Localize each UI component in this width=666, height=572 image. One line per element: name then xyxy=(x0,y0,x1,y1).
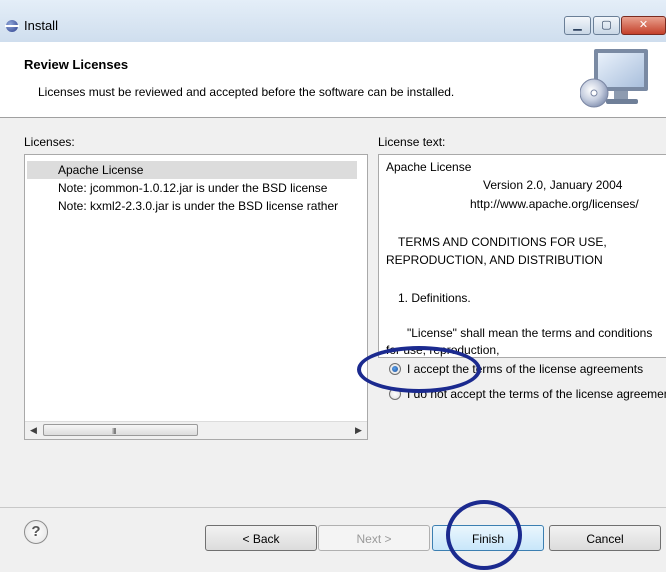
license-text-line: 1. Definitions. xyxy=(398,291,471,305)
license-text-line: for use, reproduction, xyxy=(386,343,500,357)
decline-radio-button[interactable] xyxy=(389,388,401,400)
scroll-grip-icon: III xyxy=(112,427,117,436)
monitor-cd-icon xyxy=(580,49,648,108)
list-item[interactable]: Note: jcommon-1.0.12.jar is under the BS… xyxy=(27,179,357,197)
license-text-label: License text: xyxy=(378,135,446,149)
scroll-thumb[interactable]: III xyxy=(43,424,198,436)
finish-button[interactable]: Finish xyxy=(432,525,544,551)
licenses-label: Licenses: xyxy=(24,135,75,149)
eclipse-icon xyxy=(5,20,19,32)
license-text-line: Apache License xyxy=(386,160,472,174)
horizontal-scrollbar[interactable]: ◀ III ▶ xyxy=(25,421,367,439)
help-icon[interactable]: ? xyxy=(24,520,48,544)
list-item[interactable]: Note: kxml2-2.3.0.jar is under the BSD l… xyxy=(27,197,357,215)
scroll-left-icon[interactable]: ◀ xyxy=(25,422,42,439)
window-title: Install xyxy=(24,18,58,33)
license-text-line: TERMS AND CONDITIONS FOR USE, xyxy=(398,235,607,249)
minimize-button[interactable]: ▁ xyxy=(564,16,591,35)
close-button[interactable]: ✕ xyxy=(621,16,666,35)
install-dialog: Install ▁ ▢ ✕ Review Licenses Licenses m… xyxy=(0,0,666,572)
license-text-line: "License" shall mean the terms and condi… xyxy=(407,326,653,340)
license-list[interactable]: Apache License Note: jcommon-1.0.12.jar … xyxy=(24,154,368,440)
page-description: Licenses must be reviewed and accepted b… xyxy=(38,85,455,99)
cancel-button[interactable]: Cancel xyxy=(549,525,661,551)
license-text-line: Version 2.0, January 2004 xyxy=(483,178,623,192)
scroll-right-icon[interactable]: ▶ xyxy=(350,422,367,439)
list-item[interactable]: Apache License xyxy=(27,161,357,179)
title-bar[interactable]: Install ▁ ▢ ✕ xyxy=(0,0,666,42)
license-text-line: REPRODUCTION, AND DISTRIBUTION xyxy=(386,253,603,267)
accept-radio-button[interactable] xyxy=(389,363,401,375)
header-banner: Review Licenses Licenses must be reviewe… xyxy=(0,42,666,118)
page-title: Review Licenses xyxy=(24,57,129,72)
decline-radio-label[interactable]: I do not accept the terms of the license… xyxy=(407,387,666,401)
maximize-button[interactable]: ▢ xyxy=(593,16,620,35)
license-text-line: http://www.apache.org/licenses/ xyxy=(470,197,639,211)
accept-radio-label[interactable]: I accept the terms of the license agreem… xyxy=(407,362,643,376)
footer-separator xyxy=(0,507,666,508)
license-text-area[interactable]: Apache License Version 2.0, January 2004… xyxy=(378,154,666,358)
next-button[interactable]: Next > xyxy=(318,525,430,551)
back-button[interactable]: < Back xyxy=(205,525,317,551)
